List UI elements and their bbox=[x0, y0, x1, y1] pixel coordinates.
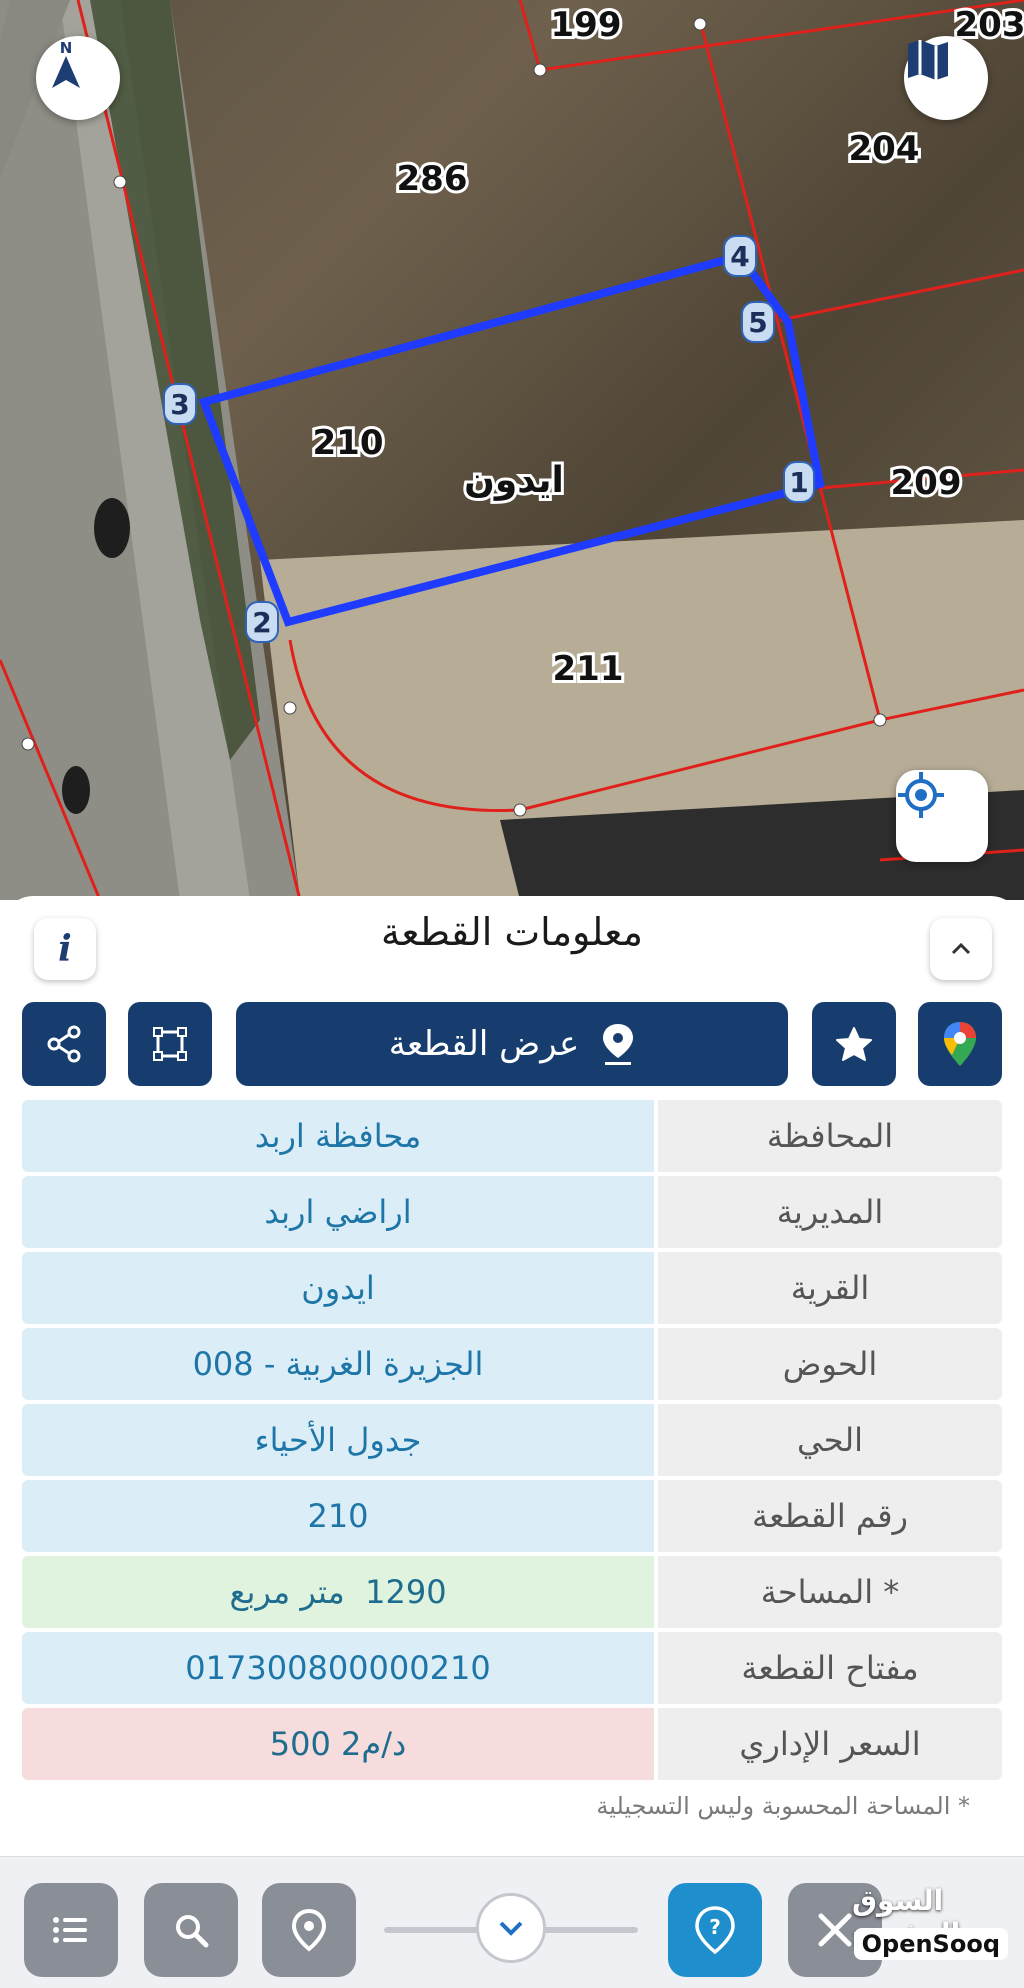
my-location-button[interactable] bbox=[896, 770, 988, 862]
compass-north-icon: N bbox=[52, 39, 80, 88]
view-plot-button[interactable]: عرض القطعة bbox=[236, 1002, 788, 1086]
admin-price-label: السعر الإداري bbox=[658, 1708, 1002, 1780]
map-icon bbox=[908, 40, 948, 80]
district-value: جدول الأحياء bbox=[22, 1404, 654, 1476]
table-row-admin-price: 500 د/م2 السعر الإداري bbox=[22, 1708, 1002, 1780]
district-label: الحي bbox=[658, 1404, 1002, 1476]
list-button[interactable] bbox=[24, 1883, 118, 1977]
table-row-area: 1290 متر مربع المساحة * bbox=[22, 1556, 1002, 1628]
share-button[interactable] bbox=[22, 1002, 106, 1086]
village-label: ايدون bbox=[464, 460, 564, 501]
compass-letter: N bbox=[60, 39, 73, 57]
governorate-label: المحافظة bbox=[658, 1100, 1002, 1172]
draw-shape-button[interactable] bbox=[128, 1002, 212, 1086]
toolbar-slider-knob[interactable] bbox=[476, 1893, 546, 1963]
search-icon bbox=[176, 1915, 209, 1948]
car bbox=[62, 766, 90, 814]
plot-info-table: محافظة اربد المحافظة اراضي اربد المديرية… bbox=[22, 1100, 1002, 1784]
collapse-sheet-button[interactable] bbox=[930, 918, 992, 980]
crosshair-icon bbox=[898, 772, 944, 818]
directorate-value: اراضي اربد bbox=[22, 1176, 654, 1248]
vertex-3-label: 3 bbox=[170, 388, 189, 421]
village-value: ايدون bbox=[22, 1252, 654, 1324]
polygon-icon bbox=[153, 1027, 187, 1061]
chevron-down-icon bbox=[499, 1921, 523, 1936]
plot-key-value: 017300800000210 bbox=[22, 1632, 654, 1704]
vertex-5[interactable]: 5 bbox=[741, 301, 775, 343]
table-row-district: جدول الأحياء الحي bbox=[22, 1404, 1002, 1476]
help-button[interactable]: ? bbox=[668, 1883, 762, 1977]
google-maps-button[interactable] bbox=[918, 1002, 1002, 1086]
vertex-4[interactable]: 4 bbox=[723, 235, 757, 277]
area-value: 1290 متر مربع bbox=[22, 1556, 654, 1628]
plot-label-210: 210 bbox=[313, 423, 384, 463]
plot-label-286: 286 bbox=[397, 159, 468, 199]
plot-label-199: 199 bbox=[551, 5, 622, 45]
compass-button[interactable]: N bbox=[36, 36, 120, 120]
vertex-2[interactable]: 2 bbox=[245, 601, 279, 643]
vertex-4-label: 4 bbox=[730, 240, 749, 273]
plot-label-209: 209 bbox=[891, 463, 962, 503]
village-label-cell: القرية bbox=[658, 1252, 1002, 1324]
table-row-plot-key: 017300800000210 مفتاح القطعة bbox=[22, 1632, 1002, 1704]
favorite-button[interactable] bbox=[812, 1002, 896, 1086]
help-pin-icon: ? bbox=[695, 1906, 735, 1955]
opensooq-watermark: السوق المفتوح OpenSooq bbox=[852, 1884, 1008, 1984]
area-footnote: * المساحة المحسوبة وليس التسجيلية bbox=[596, 1792, 970, 1820]
table-row-village: ايدون القرية bbox=[22, 1252, 1002, 1324]
vertex-1[interactable]: 1 bbox=[783, 461, 815, 503]
basin-label: الحوض bbox=[658, 1328, 1002, 1400]
list-icon bbox=[53, 1917, 87, 1943]
satellite-map[interactable]: 199 203 204 286 210 209 211 ايدون 1 2 3 bbox=[0, 0, 1024, 900]
share-icon bbox=[47, 1025, 81, 1063]
map-layers-button[interactable] bbox=[904, 36, 988, 120]
vertex-5-label: 5 bbox=[748, 306, 767, 339]
vertex-3[interactable]: 3 bbox=[163, 383, 197, 425]
sheet-title: معلومات القطعة bbox=[381, 910, 643, 954]
directorate-label: المديرية bbox=[658, 1176, 1002, 1248]
plot-label-203: 203 bbox=[955, 5, 1024, 45]
svg-text:?: ? bbox=[709, 1915, 721, 1939]
location-search-button[interactable] bbox=[262, 1883, 356, 1977]
admin-price-value: 500 د/م2 bbox=[22, 1708, 654, 1780]
plot-number-value: 210 bbox=[22, 1480, 654, 1552]
plot-number-label: رقم القطعة bbox=[658, 1480, 1002, 1552]
vertex-2-label: 2 bbox=[252, 606, 271, 639]
plot-key-label: مفتاح القطعة bbox=[658, 1632, 1002, 1704]
table-row-governorate: محافظة اربد المحافظة bbox=[22, 1100, 1002, 1172]
info-button[interactable]: i bbox=[34, 918, 96, 980]
view-plot-label: عرض القطعة bbox=[388, 1024, 580, 1064]
car bbox=[94, 498, 130, 558]
map-pin-icon bbox=[291, 1908, 327, 1952]
table-row-basin: الجزيرة الغربية - 008 الحوض bbox=[22, 1328, 1002, 1400]
area-label: المساحة * bbox=[658, 1556, 1002, 1628]
satellite-icon bbox=[818, 1913, 852, 1947]
watermark-english: OpenSooq bbox=[853, 1928, 1008, 1960]
governorate-value: محافظة اربد bbox=[22, 1100, 654, 1172]
map-layer: 199 203 204 286 210 209 211 ايدون 1 2 3 bbox=[0, 0, 1024, 900]
plot-label-204: 204 bbox=[849, 129, 920, 169]
chevron-up-icon bbox=[951, 942, 971, 955]
table-row-directorate: اراضي اربد المديرية bbox=[22, 1176, 1002, 1248]
search-button[interactable] bbox=[144, 1883, 238, 1977]
vertex-1-label: 1 bbox=[789, 466, 808, 499]
google-maps-icon bbox=[944, 1022, 976, 1066]
location-pin-icon bbox=[603, 1024, 634, 1065]
plot-label-211: 211 bbox=[553, 649, 624, 689]
app-root: 199 203 204 286 210 209 211 ايدون 1 2 3 bbox=[0, 0, 1024, 1988]
star-icon bbox=[836, 1027, 872, 1061]
table-row-plot-number: 210 رقم القطعة bbox=[22, 1480, 1002, 1552]
info-icon: i bbox=[58, 928, 72, 970]
basin-value: الجزيرة الغربية - 008 bbox=[22, 1328, 654, 1400]
